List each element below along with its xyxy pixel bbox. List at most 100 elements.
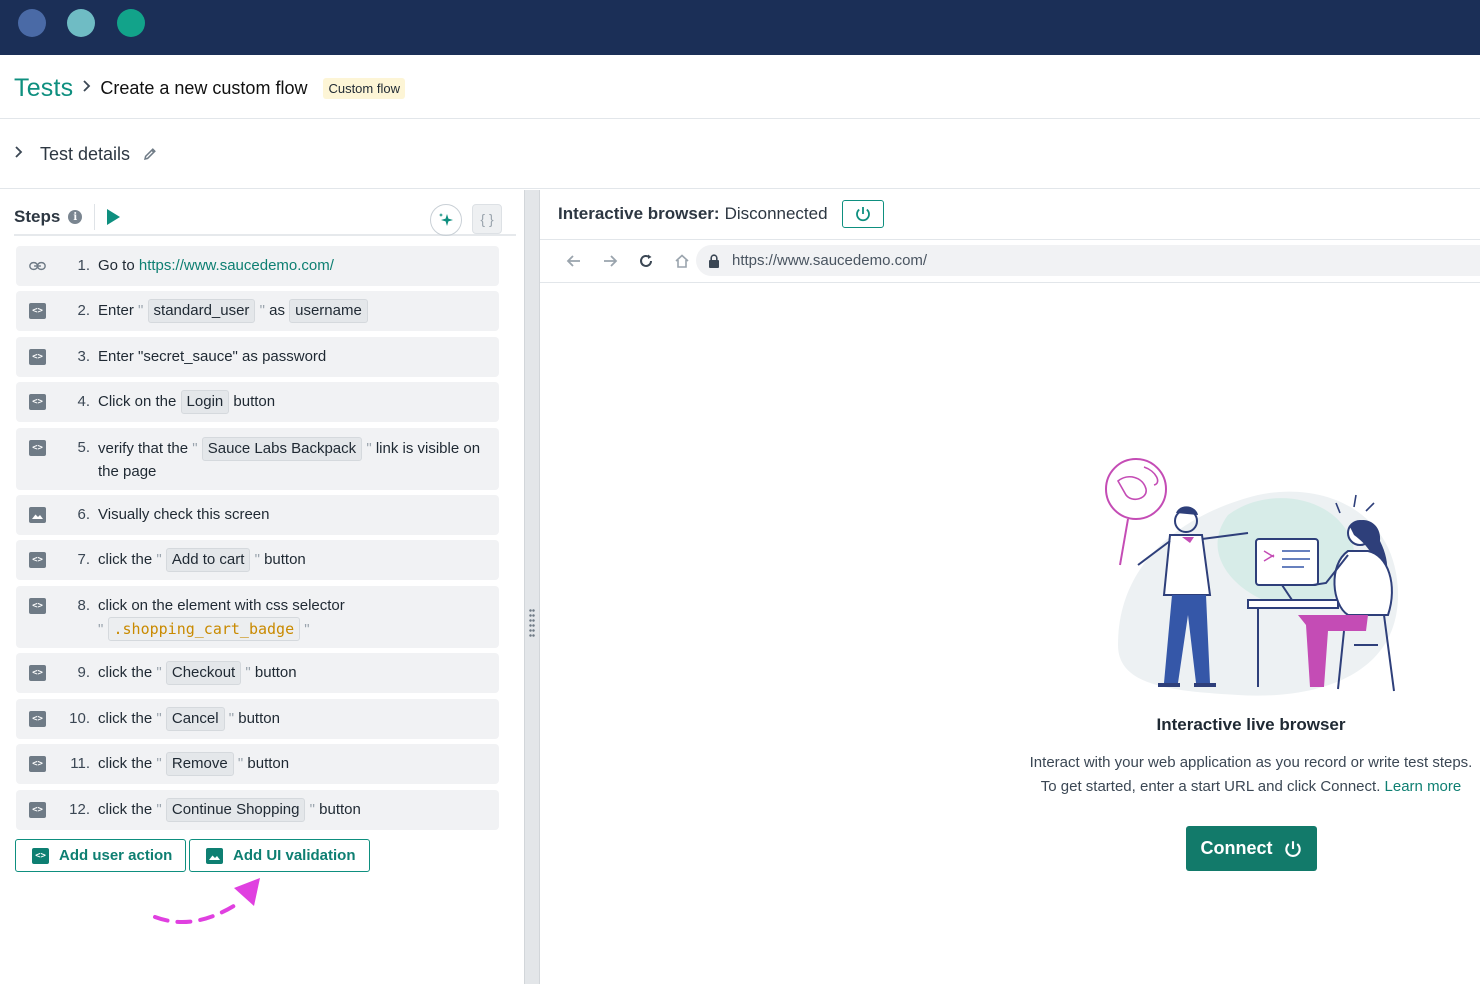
step-row[interactable]: 6. Visually check this screen (16, 495, 499, 535)
code-icon: <> (32, 847, 49, 864)
breadcrumb: Tests Create a new custom flow Custom fl… (14, 72, 405, 104)
chevron-right-icon (82, 79, 92, 98)
step-number: 1. (77, 257, 90, 274)
window-zoom-dot[interactable] (117, 9, 145, 37)
step-value-chip[interactable]: standard_user (147, 299, 256, 323)
annotation-arrow-icon (153, 878, 260, 924)
power-icon (855, 207, 870, 222)
reload-icon[interactable] (628, 249, 664, 273)
add-ui-validation-label: Add UI validation (233, 847, 356, 864)
code-icon: <> (29, 349, 46, 365)
play-icon[interactable] (107, 209, 121, 225)
step-row[interactable]: <> 9. click the " Checkout " button (16, 653, 499, 693)
step-row[interactable]: <> 12. click the " Continue Shopping " b… (16, 790, 499, 830)
steps-header: Steps i { } (14, 200, 516, 236)
flow-type-badge: Custom flow (323, 77, 405, 99)
code-icon: <> (29, 440, 46, 456)
home-icon[interactable] (664, 249, 700, 273)
step-number: 4. (77, 393, 90, 410)
step-prefix: click the (98, 664, 157, 681)
power-icon (1284, 840, 1301, 857)
learn-more-link[interactable]: Learn more (1385, 778, 1462, 795)
add-user-action-label: Add user action (59, 847, 173, 864)
step-target-chip[interactable]: Login (180, 390, 230, 414)
step-target-chip[interactable]: Sauce Labs Backpack (201, 437, 363, 461)
step-number: 3. (77, 348, 90, 365)
window-close-dot[interactable] (18, 9, 46, 37)
ai-assist-button[interactable] (430, 204, 462, 236)
test-details-toggle[interactable]: Test details (14, 140, 158, 168)
lock-icon (709, 253, 719, 268)
step-target-chip[interactable]: Cancel (165, 707, 225, 731)
breadcrumb-tests-link[interactable]: Tests (14, 74, 73, 103)
empty-state-title: Interactive live browser (1156, 715, 1346, 734)
step-prefix: click the (98, 755, 157, 772)
window-minimize-dot[interactable] (67, 9, 95, 37)
step-prefix: verify that the (98, 440, 193, 457)
step-text: Click on the Login button (98, 382, 481, 422)
connect-button[interactable]: Connect (1186, 826, 1317, 871)
browser-label: Interactive browser: (558, 204, 720, 223)
step-css-selector[interactable]: .shopping_cart_badge (107, 617, 301, 641)
step-suffix: button (243, 755, 290, 772)
step-row[interactable]: <> 8. click on the element with css sele… (16, 586, 499, 648)
step-row[interactable]: <> 3. Enter "secret_sauce" as password (16, 337, 499, 377)
step-row[interactable]: <> 10. click the " Cancel " button (16, 699, 499, 739)
add-ui-validation-button[interactable]: Add UI validation (189, 839, 370, 872)
step-prefix: click the (98, 551, 157, 568)
step-suffix: button (229, 393, 276, 410)
step-text: Visually check this screen (98, 506, 270, 523)
page-title: Create a new custom flow (100, 77, 308, 98)
step-row[interactable]: <> 2. Enter " standard_user " as usernam… (16, 291, 499, 331)
add-user-action-button[interactable]: <> Add user action (15, 839, 187, 872)
step-target-chip[interactable]: username (289, 299, 368, 323)
step-target-chip[interactable]: Checkout (165, 661, 242, 685)
live-browser-illustration (1105, 458, 1398, 696)
code-icon: <> (29, 756, 46, 772)
step-url-link[interactable]: https://www.saucedemo.com/ (139, 257, 334, 274)
step-target-chip[interactable]: Remove (165, 752, 234, 776)
divider (0, 188, 1480, 189)
power-button[interactable] (841, 200, 884, 228)
step-row[interactable]: <> 7. click the " Add to cart " button (16, 540, 499, 580)
step-row[interactable]: <> 11. click the " Remove " button (16, 744, 499, 784)
forward-icon[interactable] (592, 249, 628, 273)
info-icon[interactable]: i (68, 210, 83, 224)
test-details-label: Test details (40, 143, 131, 164)
step-number: 8. (77, 597, 90, 614)
step-target-chip[interactable]: Continue Shopping (165, 798, 306, 822)
steps-title: Steps (14, 207, 61, 226)
step-suffix: button (314, 801, 361, 818)
step-row[interactable]: 1. Go to https://www.saucedemo.com/ (16, 246, 499, 286)
pencil-icon[interactable] (142, 146, 158, 162)
divider (540, 239, 1480, 240)
step-suffix: button (234, 710, 280, 727)
back-icon[interactable] (556, 249, 592, 273)
step-number: 7. (77, 551, 90, 568)
step-suffix: button (250, 664, 297, 681)
step-text: click the " Checkout " button (98, 653, 481, 693)
sparkle-icon (439, 213, 453, 226)
divider (540, 282, 1480, 283)
step-prefix: click the (98, 801, 157, 818)
step-text: Enter "secret_sauce" as password (98, 348, 327, 365)
panel-splitter[interactable] (524, 190, 540, 984)
drag-handle-icon[interactable] (529, 608, 535, 638)
step-text: Go to https://www.saucedemo.com/ (98, 246, 481, 286)
step-text: click the " Cancel " button (98, 699, 481, 739)
step-text: verify that the " Sauce Labs Backpack " … (98, 437, 481, 483)
code-view-toggle[interactable]: { } (472, 204, 502, 234)
step-mid: as (264, 302, 290, 319)
empty-state-description: Interact with your web application as yo… (1000, 751, 1480, 799)
step-row[interactable]: <> 5. verify that the " Sauce Labs Backp… (16, 428, 499, 490)
connect-label: Connect (1200, 838, 1273, 858)
step-target-chip[interactable]: Add to cart (165, 548, 251, 572)
url-bar[interactable]: https://www.saucedemo.com/ (696, 245, 1480, 276)
step-number: 5. (77, 439, 90, 456)
divider (0, 118, 1480, 119)
step-row[interactable]: <> 4. Click on the Login button (16, 382, 499, 422)
step-prefix: click on the element with css selector (98, 597, 345, 614)
browser-nav (556, 248, 700, 274)
step-prefix: click the (98, 710, 157, 727)
step-number: 12. (69, 801, 90, 818)
